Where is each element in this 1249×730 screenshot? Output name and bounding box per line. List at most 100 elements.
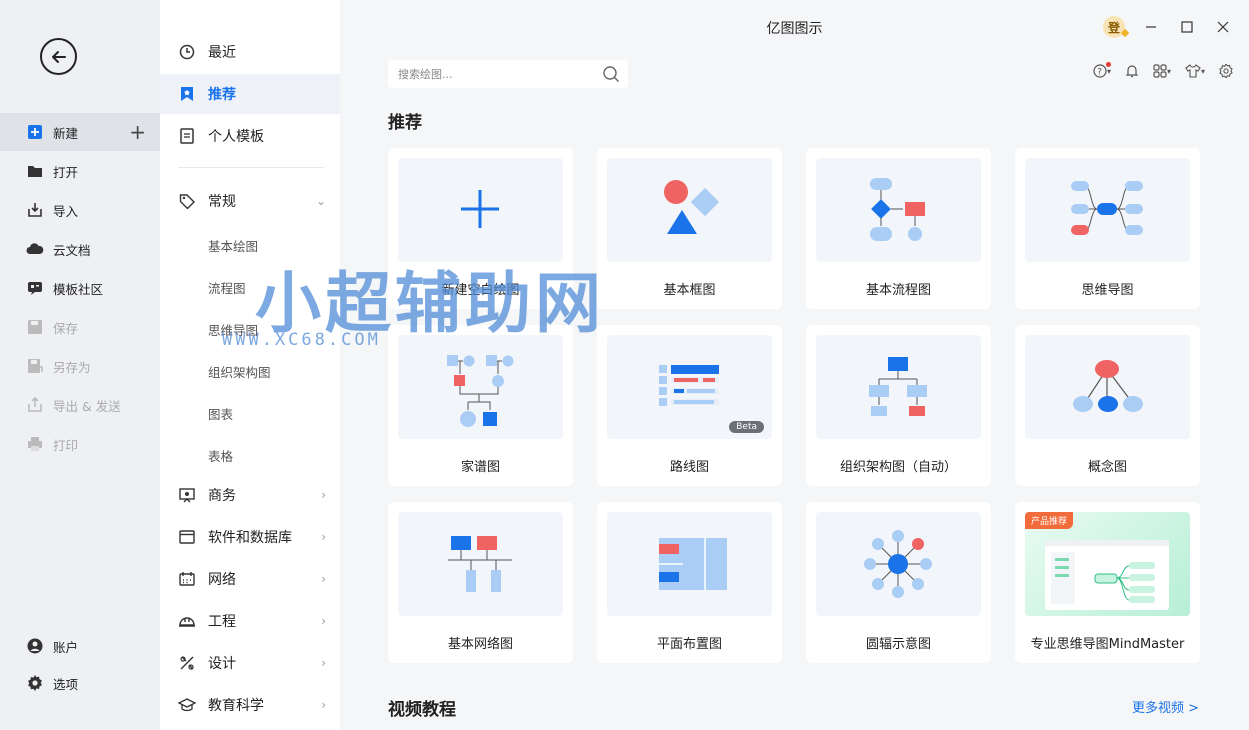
card-org-chart-auto[interactable]: 组织架构图（自动） [806,325,991,486]
apps-icon[interactable]: ▾ [1153,64,1171,78]
cat-network-label: 网络 [208,572,236,588]
chevron-right-icon: › [321,656,326,670]
rail-new[interactable]: 新建 + [0,113,160,151]
sub-flowchart[interactable]: 流程图 [208,278,246,297]
maximize-icon[interactable] [1177,17,1197,37]
cat-recent[interactable]: 最近 [160,32,340,72]
helmet-icon [178,612,196,630]
chevron-right-icon: › [321,572,326,586]
settings-icon[interactable] [1219,64,1233,78]
card-mindmaster[interactable]: 产品推荐 专业思维导图MindMaster [1015,502,1200,663]
minimize-icon[interactable] [1141,17,1161,37]
sub-tables[interactable]: 表格 [208,446,233,465]
help-icon[interactable]: ? ▾ [1093,62,1111,78]
window-icon [178,528,196,546]
network-icon [178,570,196,588]
sub-basic-drawing[interactable]: 基本绘图 [208,236,258,255]
cat-software[interactable]: 软件和数据库 › [160,517,340,557]
cat-general[interactable]: 常规 ⌄ [160,181,340,221]
svg-text:?: ? [1097,68,1102,78]
rail-cloud-label: 云文档 [53,242,91,258]
cat-design[interactable]: 设计 › [160,643,340,683]
rail-export[interactable]: 导出 & 发送 [0,386,160,424]
spoke-diagram-icon [864,530,932,598]
concept-map-icon [1073,360,1143,412]
search-box [388,60,628,88]
rail-options-label: 选项 [53,676,79,692]
rail-save-as-label: 另存为 [53,359,91,375]
graduation-icon [178,696,196,714]
card-label: 基本框图 [663,283,716,298]
folder-icon [26,162,44,180]
card-roadmap[interactable]: Beta 路线图 [597,325,782,486]
card-label: 平面布置图 [656,637,722,652]
card-label: 基本流程图 [865,283,931,298]
card-new-blank[interactable]: 新建空白绘图 [388,148,573,309]
card-basic-flowchart[interactable]: 基本流程图 [806,148,991,309]
more-videos-link[interactable]: 更多视频 > [1132,697,1199,716]
cat-education[interactable]: 教育科学 › [160,685,340,725]
card-label: 新建空白绘图 [441,283,520,298]
rail-options[interactable]: 选项 [0,664,160,702]
rail-print-label: 打印 [53,437,79,453]
card-label: 思维导图 [1081,283,1134,298]
cat-network[interactable]: 网络 › [160,559,340,599]
card-thumb [816,335,981,439]
card-thumb [816,158,981,262]
tshirt-icon[interactable]: ▾ [1185,64,1205,78]
card-floor-plan[interactable]: 平面布置图 [597,502,782,663]
rail-save[interactable]: 保存 [0,308,160,346]
toolbar-icons: ? ▾ ▾ ▾ [1093,62,1233,78]
card-label: 路线图 [669,460,709,475]
close-icon[interactable] [1213,17,1233,37]
new-plus-icon[interactable]: + [129,120,146,144]
family-tree-icon [447,355,514,427]
cloud-icon [26,240,44,258]
section-recommend-title: 推荐 [388,113,422,133]
card-concept-map[interactable]: 概念图 [1015,325,1200,486]
card-thumb [398,512,563,616]
save-as-icon [26,357,44,375]
new-file-icon [26,123,44,141]
card-thumb [398,158,563,262]
sub-mindmap[interactable]: 思维导图 [208,320,258,339]
card-label: 家谱图 [460,460,500,475]
login-avatar[interactable]: 登 [1103,16,1125,38]
rail-cloud[interactable]: 云文档 [0,230,160,268]
sub-orgchart[interactable]: 组织架构图 [208,362,271,381]
network-diagram-icon [448,536,512,592]
rail-community[interactable]: 模板社区 [0,269,160,307]
back-button[interactable] [40,38,77,75]
rail-account[interactable]: 账户 [0,627,160,665]
card-thumb [1025,335,1190,439]
card-label: 圆辐示意图 [865,637,931,652]
notification-dot [1105,62,1111,67]
cat-engineering[interactable]: 工程 › [160,601,340,641]
sub-charts[interactable]: 图表 [208,404,233,423]
rail-print[interactable]: 打印 [0,425,160,463]
cat-recommend[interactable]: 推荐 [160,74,340,114]
rail-open[interactable]: 打开 [0,152,160,190]
search-input[interactable] [398,67,598,81]
section-video-title: 视频教程 [388,700,456,720]
bell-icon[interactable] [1125,64,1139,78]
gear-icon [26,674,44,692]
flowchart-icon [870,178,925,241]
card-mindmap[interactable]: 思维导图 [1015,148,1200,309]
card-basic-block[interactable]: 基本框图 [597,148,782,309]
print-icon [26,435,44,453]
community-icon [26,279,44,297]
window-controls: 登 [1103,16,1233,38]
card-basic-network[interactable]: 基本网络图 [388,502,573,663]
rail-save-as[interactable]: 另存为 [0,347,160,385]
rail-import[interactable]: 导入 [0,191,160,229]
chevron-right-icon: › [321,614,326,628]
cat-business[interactable]: 商务 › [160,475,340,515]
mindmap-icon [1071,181,1143,235]
card-family-tree[interactable]: 家谱图 [388,325,573,486]
search-icon[interactable] [602,65,620,87]
card-spoke-diagram[interactable]: 圆辐示意图 [806,502,991,663]
cat-personal-templates[interactable]: 个人模板 [160,116,340,156]
rail-new-label: 新建 [53,125,79,141]
divider [178,167,324,168]
